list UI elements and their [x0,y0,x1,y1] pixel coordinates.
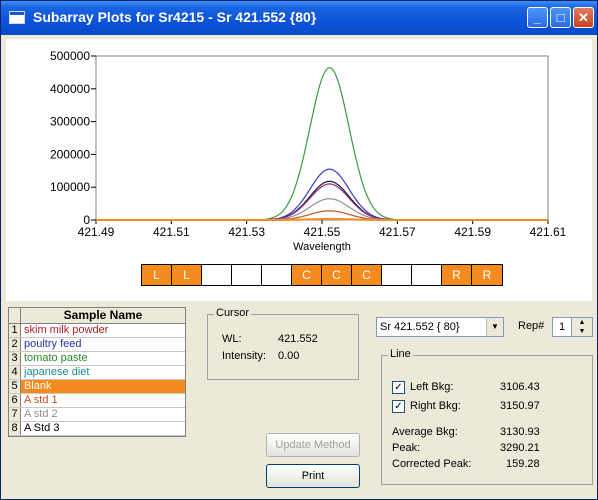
rep-spinner[interactable]: ▲ ▼ [571,317,593,337]
sample-row-name[interactable]: A std 2 [21,408,185,421]
wavelength-chart[interactable]: 0100000200000300000400000500000421.49 421… [6,39,592,261]
sample-table-header: Sample Name [9,308,185,324]
y-tick-label: 100000 [50,180,90,194]
spin-up-icon[interactable]: ▲ [572,318,592,327]
corrected-peak-value: 159.28 [506,458,540,470]
average-bkg-value: 3130.93 [500,426,540,438]
sample-row-name[interactable]: tomato paste [21,352,185,365]
sample-row[interactable]: 3 tomato paste [9,352,185,366]
region-cell[interactable] [262,265,292,285]
line-select-value: Sr 421.552 { 80} [380,321,460,333]
left-bkg-value: 3106.43 [500,381,540,393]
rep-label: Rep# [518,320,545,332]
left-bkg-checkbox[interactable]: ✓ [392,381,405,394]
region-cell[interactable] [412,265,442,285]
sample-row-number: 4 [9,366,21,379]
maximize-button[interactable]: □ [550,7,571,28]
sample-row-number: 8 [9,422,21,435]
intensity-label: Intensity: [222,350,267,362]
sample-row[interactable]: 6A std 1 [9,394,185,408]
right-bkg-checkbox[interactable]: ✓ [392,400,405,413]
close-button[interactable]: ✕ [573,7,594,28]
spin-down-icon[interactable]: ▼ [572,327,592,336]
region-cell[interactable]: R [472,265,502,285]
average-bkg-label: Average Bkg: [392,426,458,438]
x-tick-label: 421.57 [379,225,416,239]
x-tick-label: 421.49 [78,225,115,239]
sample-row-number: 2 [9,338,21,351]
x-tick-label: 421.53 [228,225,265,239]
intensity-value: 0.00 [278,350,300,362]
sample-row[interactable]: 5 Blank [9,380,185,394]
line-group: Line ✓ Left Bkg: 3106.43 ✓ Right Bkg: 31… [381,348,593,485]
region-cell[interactable]: L [142,265,172,285]
y-tick-label: 300000 [50,115,90,129]
sample-row-name[interactable]: japanese diet [21,366,185,379]
y-tick-label: 400000 [50,82,90,96]
right-bkg-value: 3150.97 [500,400,540,412]
left-bkg-label: Left Bkg: [410,381,454,393]
region-cell[interactable] [232,265,262,285]
header-corner [9,308,21,323]
region-cell[interactable]: L [172,265,202,285]
title-bar[interactable]: Subarray Plots for Sr4215 - Sr 421.552 {… [1,1,597,35]
cursor-group: Cursor WL: 421.552 Intensity: 0.00 [207,307,359,380]
peak-value: 3290.21 [500,442,540,454]
series-line [96,217,548,221]
line-select[interactable]: Sr 421.552 { 80} ▼ [376,317,504,337]
sample-row[interactable]: 7A std 2 [9,408,185,422]
sample-row[interactable]: 8A Std 3 [9,422,185,436]
sample-row-number: 7 [9,408,21,421]
region-cell[interactable]: C [292,265,322,285]
x-tick-label: 421.51 [153,225,190,239]
region-cell[interactable]: C [322,265,352,285]
sample-row-name[interactable]: A std 1 [21,394,185,407]
sample-row[interactable]: 1 skim milk powder [9,324,185,338]
region-cell[interactable] [382,265,412,285]
right-bkg-label: Right Bkg: [410,400,461,412]
y-tick-label: 500000 [50,49,90,63]
sample-row[interactable]: 4 japanese diet [9,366,185,380]
rep-input[interactable]: 1 [552,317,572,337]
x-axis-label: Wavelength [293,241,351,253]
sample-row[interactable]: 2 poultry feed [9,338,185,352]
window-title: Subarray Plots for Sr4215 - Sr 421.552 {… [33,9,317,25]
line-group-label: Line [388,348,413,360]
plot-area [95,55,549,221]
x-tick-label: 421.55 [304,225,341,239]
sample-row-name[interactable]: skim milk powder [21,324,185,337]
chevron-down-icon[interactable]: ▼ [486,318,503,336]
region-cell[interactable] [202,265,232,285]
sample-row-number: 1 [9,324,21,337]
x-tick-label: 421.61 [530,225,567,239]
cursor-group-label: Cursor [214,307,252,319]
minimize-button[interactable]: _ [527,7,548,28]
region-cell[interactable]: C [352,265,382,285]
sample-row-name[interactable]: A Std 3 [21,422,185,435]
sample-table: Sample Name 1 skim milk powder 2 poultry fe… [8,307,186,437]
update-method-button[interactable]: Update Method [266,433,360,457]
corrected-peak-label: Corrected Peak: [392,458,472,470]
print-button[interactable]: Print [266,464,360,488]
peak-label: Peak: [392,442,421,454]
region-selector: LLCCCRR [141,264,503,286]
window-icon [9,11,25,24]
sample-row-number: 5 [9,380,21,393]
wl-label: WL: [222,333,242,345]
sample-row-number: 6 [9,394,21,407]
sample-row-number: 3 [9,352,21,365]
sample-name-header: Sample Name [21,308,185,323]
y-tick-label: 200000 [50,147,90,161]
sample-row-name[interactable]: Blank [21,380,185,393]
x-tick-label: 421.59 [454,225,491,239]
region-cell[interactable]: R [442,265,472,285]
subarray-plots-window: Subarray Plots for Sr4215 - Sr 421.552 {… [0,0,598,500]
wl-value: 421.552 [278,333,318,345]
sample-row-name[interactable]: poultry feed [21,338,185,351]
plot-panel: 0 100000 200000 300000 400000 500000 421.49 421… [6,39,592,301]
